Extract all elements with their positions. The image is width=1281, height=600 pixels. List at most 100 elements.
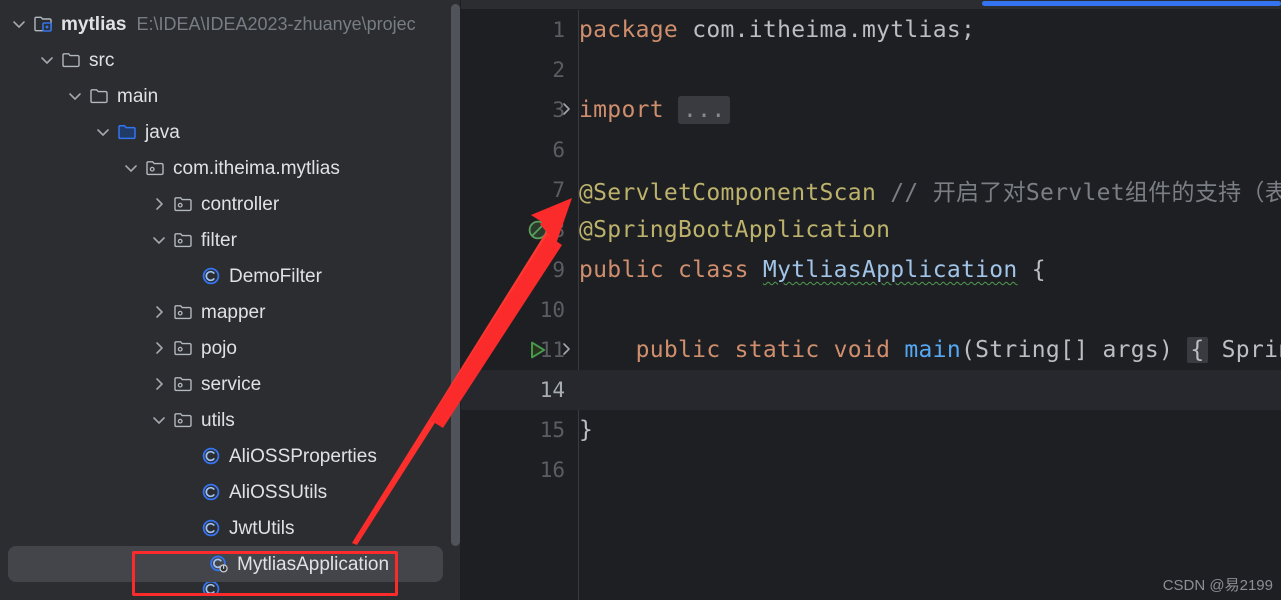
code-line-15[interactable]: 15}: [461, 410, 1281, 450]
line-number: 15: [539, 418, 565, 442]
chevron-down-icon[interactable]: [64, 88, 86, 104]
tree-item-aliossutils[interactable]: AliOSSUtils: [0, 474, 461, 510]
red-rectangle-highlight: [132, 551, 398, 596]
code-line-14[interactable]: 14: [461, 370, 1281, 410]
code-token: @ServletComponentScan: [579, 180, 891, 206]
run-small-icon[interactable]: [523, 259, 553, 286]
sidebar-scrollbar-thumb[interactable]: [451, 4, 460, 546]
package-icon: [170, 374, 196, 394]
code-text[interactable]: @SpringBootApplication: [579, 217, 890, 243]
tree-item-label: src: [89, 49, 115, 71]
tree-item-mapper[interactable]: mapper: [0, 294, 461, 330]
line-number: 6: [552, 138, 565, 162]
chevron-right-icon[interactable]: [148, 340, 170, 356]
tree-item-label: filter: [201, 229, 237, 251]
code-line-6[interactable]: 6: [461, 130, 1281, 170]
tree-item-java[interactable]: java: [0, 114, 461, 150]
project-path-label: E:\IDEA\IDEA2023-zhuanye\projec: [136, 13, 416, 34]
code-token: public class: [579, 257, 763, 283]
tree-item-label: JwtUtils: [229, 517, 295, 539]
package-icon: [170, 338, 196, 358]
tree-item-label: java: [145, 121, 180, 143]
java-class-icon: [198, 482, 224, 502]
tree-item-label: utils: [201, 409, 235, 431]
chevron-right-icon[interactable]: [148, 304, 170, 320]
code-line-8[interactable]: 8 @SpringBootApplication: [461, 210, 1281, 250]
tree-item-label: mytlias: [61, 13, 127, 35]
code-editor[interactable]: 1 package com.itheima.mytlias; 2 3 import ..…: [461, 0, 1281, 600]
code-text[interactable]: public class MytliasApplication {: [579, 257, 1046, 283]
line-number: 10: [539, 298, 565, 322]
tree-item-com-itheima-mytlias[interactable]: com.itheima.mytlias: [0, 150, 461, 186]
folded-imports[interactable]: ...: [678, 96, 731, 124]
code-text[interactable]: import ...: [579, 96, 731, 124]
tree-item-label: AliOSSProperties: [229, 445, 377, 467]
chevron-down-icon[interactable]: [8, 16, 30, 32]
chevron-down-icon[interactable]: [148, 232, 170, 248]
code-text[interactable]: @ServletComponentScan // 开启了对Servlet组件的支…: [579, 173, 1281, 207]
tree-item-service[interactable]: service: [0, 366, 461, 402]
tree-item-aliossproperties[interactable]: AliOSSProperties: [0, 438, 461, 474]
tree-item-utils[interactable]: utils: [0, 402, 461, 438]
chevron-down-icon[interactable]: [92, 124, 114, 140]
code-text[interactable]: }: [579, 417, 593, 443]
tree-item-label: service: [201, 373, 262, 395]
code-line-7[interactable]: 7 @ServletComponentScan // 开启了对Servlet组件的…: [461, 170, 1281, 210]
code-text[interactable]: public static void main(String[] args) {…: [579, 337, 1281, 363]
tree-item-label: AliOSSUtils: [229, 481, 328, 503]
tree-item-pojo[interactable]: pojo: [0, 330, 461, 366]
tree-item-label: pojo: [201, 337, 237, 359]
code-line-9[interactable]: 9 public class MytliasApplication {: [461, 250, 1281, 290]
tree-item-filter[interactable]: filter: [0, 222, 461, 258]
java-class-icon: [198, 518, 224, 538]
tree-item-src[interactable]: src: [0, 42, 461, 78]
tree-item-main[interactable]: main: [0, 78, 461, 114]
package-icon: [142, 158, 168, 178]
line-number: 16: [539, 458, 565, 482]
code-token: Sprin: [1221, 337, 1281, 363]
code-fold-chevron-right-icon[interactable]: [558, 338, 574, 362]
folder-icon: [58, 50, 84, 70]
module-icon: [30, 14, 56, 34]
package-icon: [170, 194, 196, 214]
code-line-11[interactable]: 11 public static void main(String[] args…: [461, 330, 1281, 370]
java-class-icon: [198, 446, 224, 466]
code-token: (String[] args): [960, 337, 1188, 363]
tree-item-label: mapper: [201, 301, 266, 323]
code-token: import: [579, 97, 679, 123]
line-number: 3: [552, 98, 565, 122]
package-icon: [170, 410, 196, 430]
code-fold-chevron-right-icon[interactable]: [558, 98, 574, 122]
chevron-down-icon[interactable]: [148, 412, 170, 428]
tree-item-demofilter[interactable]: DemoFilter: [0, 258, 461, 294]
chevron-down-icon[interactable]: [36, 52, 58, 68]
tree-item-mytlias[interactable]: mytlias E:\IDEA\IDEA2023-zhuanye\projec: [0, 6, 461, 42]
line-number: 2: [552, 58, 565, 82]
code-line-3[interactable]: 3 import ...: [461, 90, 1281, 130]
package-icon: [170, 230, 196, 250]
spring-bean-icon[interactable]: [523, 219, 553, 246]
active-tab-indicator[interactable]: [982, 1, 1281, 6]
tree-item-jwtutils[interactable]: JwtUtils: [0, 510, 461, 546]
java-class-icon: [198, 266, 224, 286]
tree-item-label: DemoFilter: [229, 265, 322, 287]
code-token: // 开启了对Servlet组件的支持（表示: [890, 180, 1281, 206]
folded-brace[interactable]: {: [1187, 337, 1208, 363]
chevron-down-icon[interactable]: [120, 160, 142, 176]
project-tree-panel[interactable]: mytlias E:\IDEA\IDEA2023-zhuanye\projec sr…: [0, 0, 461, 600]
chevron-right-icon[interactable]: [148, 376, 170, 392]
code-token: main: [904, 337, 961, 363]
chevron-right-icon[interactable]: [148, 196, 170, 212]
code-text[interactable]: package com.itheima.mytlias;: [579, 17, 975, 43]
code-token: @SpringBootApplication: [579, 217, 891, 243]
package-icon: [170, 302, 196, 322]
line-number: 7: [552, 178, 565, 202]
editor-tab-strip[interactable]: [461, 0, 1281, 9]
code-line-16[interactable]: 16: [461, 450, 1281, 490]
code-line-1[interactable]: 1 package com.itheima.mytlias;: [461, 10, 1281, 50]
run-icon[interactable]: [523, 339, 553, 366]
code-line-10[interactable]: 10: [461, 290, 1281, 330]
line-number: 1: [552, 18, 565, 42]
tree-item-controller[interactable]: controller: [0, 186, 461, 222]
code-line-2[interactable]: 2: [461, 50, 1281, 90]
